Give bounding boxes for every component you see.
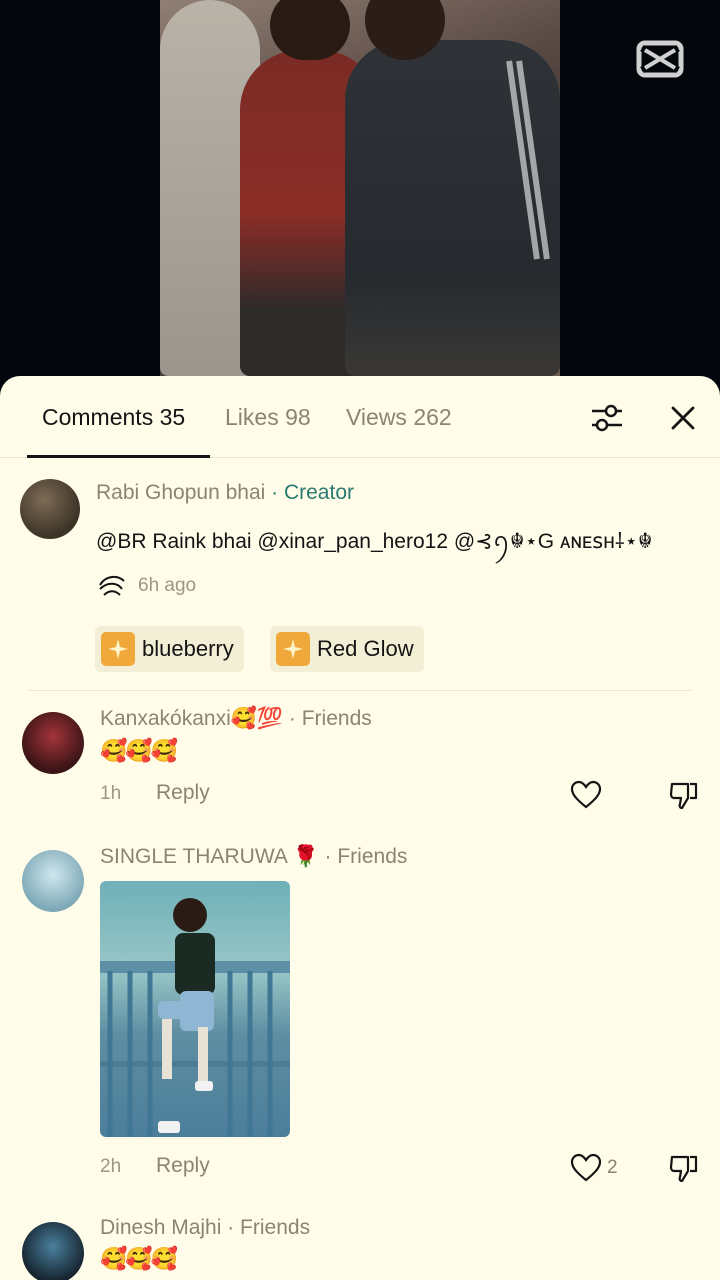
comment-author[interactable]: Rabi Ghopun bhai · Creator [96, 481, 354, 505]
sparkle-effect-icon [99, 575, 125, 596]
like-count: 2 [607, 1157, 618, 1178]
friends-badge: · Friends [227, 1216, 311, 1239]
sliders-icon[interactable] [588, 400, 626, 436]
comment-text: @BR Raink bhai @xinar_pan_hero12 @⊰ꪆ☬⋆G … [96, 530, 653, 553]
person-middle-head [270, 0, 350, 60]
dislike-icon[interactable] [668, 780, 700, 812]
friends-badge: · Friends [324, 845, 408, 868]
reply-button[interactable]: Reply [156, 781, 210, 805]
comment-author[interactable]: Kanxakókanxi🥰💯 · Friends [100, 707, 372, 731]
tab-likes[interactable]: Likes 98 [225, 404, 311, 431]
active-tab-indicator [27, 455, 210, 458]
sparkle-effect-icon [276, 632, 310, 666]
tab-comments[interactable]: Comments 35 [42, 404, 185, 431]
chip-label: blueberry [142, 636, 234, 661]
reply-button[interactable]: Reply [156, 1154, 210, 1178]
heart-icon[interactable] [570, 1153, 602, 1183]
avatar[interactable] [22, 712, 84, 774]
chip-label: Red Glow [317, 636, 414, 661]
avatar[interactable] [22, 1222, 84, 1280]
effect-chip-red-glow[interactable]: Red Glow [270, 626, 424, 672]
comment-text: 🥰🥰🥰 [100, 738, 178, 763]
tab-bar: Comments 35 Likes 98 Views 262 [0, 376, 720, 458]
author-name[interactable]: Rabi Ghopun bhai [96, 481, 265, 504]
creator-badge: · Creator [271, 481, 354, 504]
video-frame [160, 0, 560, 376]
comment-author[interactable]: Dinesh Majhi · Friends [100, 1216, 310, 1240]
friends-badge: · Friends [288, 707, 372, 730]
author-name[interactable]: SINGLE THARUWA 🌹 [100, 845, 319, 868]
fence-photo [100, 898, 290, 1137]
comment-time: 2h [100, 1156, 122, 1177]
comment-author[interactable]: SINGLE THARUWA 🌹 · Friends [100, 845, 407, 869]
close-icon[interactable] [664, 400, 702, 436]
author-name[interactable]: Kanxakókanxi🥰💯 [100, 707, 283, 730]
tab-views[interactable]: Views 262 [346, 404, 452, 431]
comment-time: 1h [100, 783, 122, 804]
comments-sheet: Comments 35 Likes 98 Views 262 Rabi Ghop… [0, 376, 720, 1280]
effect-chip-blueberry[interactable]: blueberry [95, 626, 244, 672]
comment-image[interactable] [100, 881, 290, 1137]
comment-time: 6h ago [138, 575, 197, 596]
author-name[interactable]: Dinesh Majhi [100, 1216, 221, 1239]
divider [28, 690, 692, 691]
avatar[interactable] [20, 479, 80, 539]
avatar[interactable] [22, 850, 84, 912]
sparkle-effect-icon [101, 632, 135, 666]
comment-text: 🥰🥰🥰 [100, 1246, 178, 1271]
heart-icon[interactable] [570, 780, 602, 810]
video-preview[interactable] [0, 0, 720, 400]
dislike-icon[interactable] [668, 1153, 700, 1185]
capcut-logo-icon[interactable] [636, 40, 684, 78]
